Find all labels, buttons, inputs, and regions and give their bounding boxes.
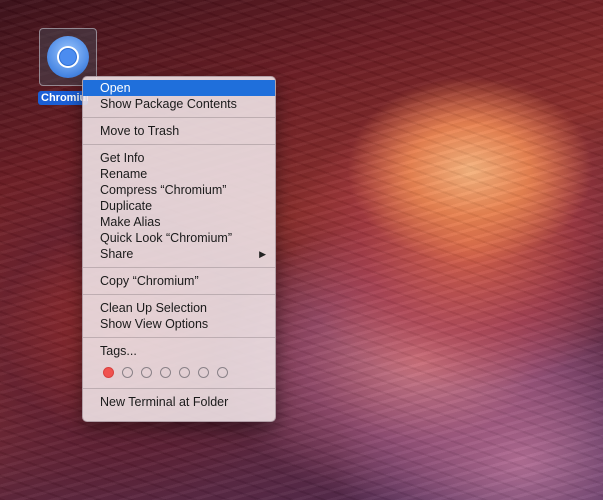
tag-empty-icon[interactable] bbox=[141, 366, 152, 378]
menu-item-tags[interactable]: Tags... bbox=[83, 343, 275, 359]
menu-separator bbox=[83, 388, 275, 389]
context-menu: Open Show Package Contents Move to Trash… bbox=[82, 76, 276, 422]
menu-item-compress[interactable]: Compress “Chromium” bbox=[83, 182, 275, 198]
menu-item-share[interactable]: Share ▶ bbox=[83, 246, 275, 262]
menu-separator bbox=[83, 267, 275, 268]
menu-separator bbox=[83, 294, 275, 295]
tag-empty-icon[interactable] bbox=[122, 366, 133, 378]
menu-item-open[interactable]: Open bbox=[83, 80, 275, 96]
menu-item-show-view-options[interactable]: Show View Options bbox=[83, 316, 275, 332]
menu-item-duplicate[interactable]: Duplicate bbox=[83, 198, 275, 214]
menu-item-show-package-contents[interactable]: Show Package Contents bbox=[83, 96, 275, 112]
menu-item-move-to-trash[interactable]: Move to Trash bbox=[83, 123, 275, 139]
tag-empty-icon[interactable] bbox=[160, 366, 171, 378]
menu-item-new-terminal-at-folder[interactable]: New Terminal at Folder bbox=[83, 394, 275, 410]
desktop-icon-label[interactable]: Chromium bbox=[38, 91, 88, 105]
menu-separator bbox=[83, 144, 275, 145]
desktop[interactable]: Chromium Open Show Package Contents Move… bbox=[0, 0, 603, 500]
menu-item-share-label: Share bbox=[100, 247, 134, 261]
menu-item-rename[interactable]: Rename bbox=[83, 166, 275, 182]
submenu-arrow-icon: ▶ bbox=[259, 249, 266, 259]
menu-item-copy[interactable]: Copy “Chromium” bbox=[83, 273, 275, 289]
menu-item-clean-up-selection[interactable]: Clean Up Selection bbox=[83, 300, 275, 316]
tag-empty-icon[interactable] bbox=[198, 366, 209, 378]
menu-item-quick-look[interactable]: Quick Look “Chromium” bbox=[83, 230, 275, 246]
tags-row bbox=[83, 359, 275, 383]
chromium-app-icon bbox=[47, 36, 89, 78]
tag-empty-icon[interactable] bbox=[217, 366, 228, 378]
menu-separator bbox=[83, 117, 275, 118]
tag-empty-icon[interactable] bbox=[179, 366, 190, 378]
tag-red-icon[interactable] bbox=[103, 366, 114, 378]
menu-separator bbox=[83, 337, 275, 338]
menu-item-get-info[interactable]: Get Info bbox=[83, 150, 275, 166]
menu-item-make-alias[interactable]: Make Alias bbox=[83, 214, 275, 230]
